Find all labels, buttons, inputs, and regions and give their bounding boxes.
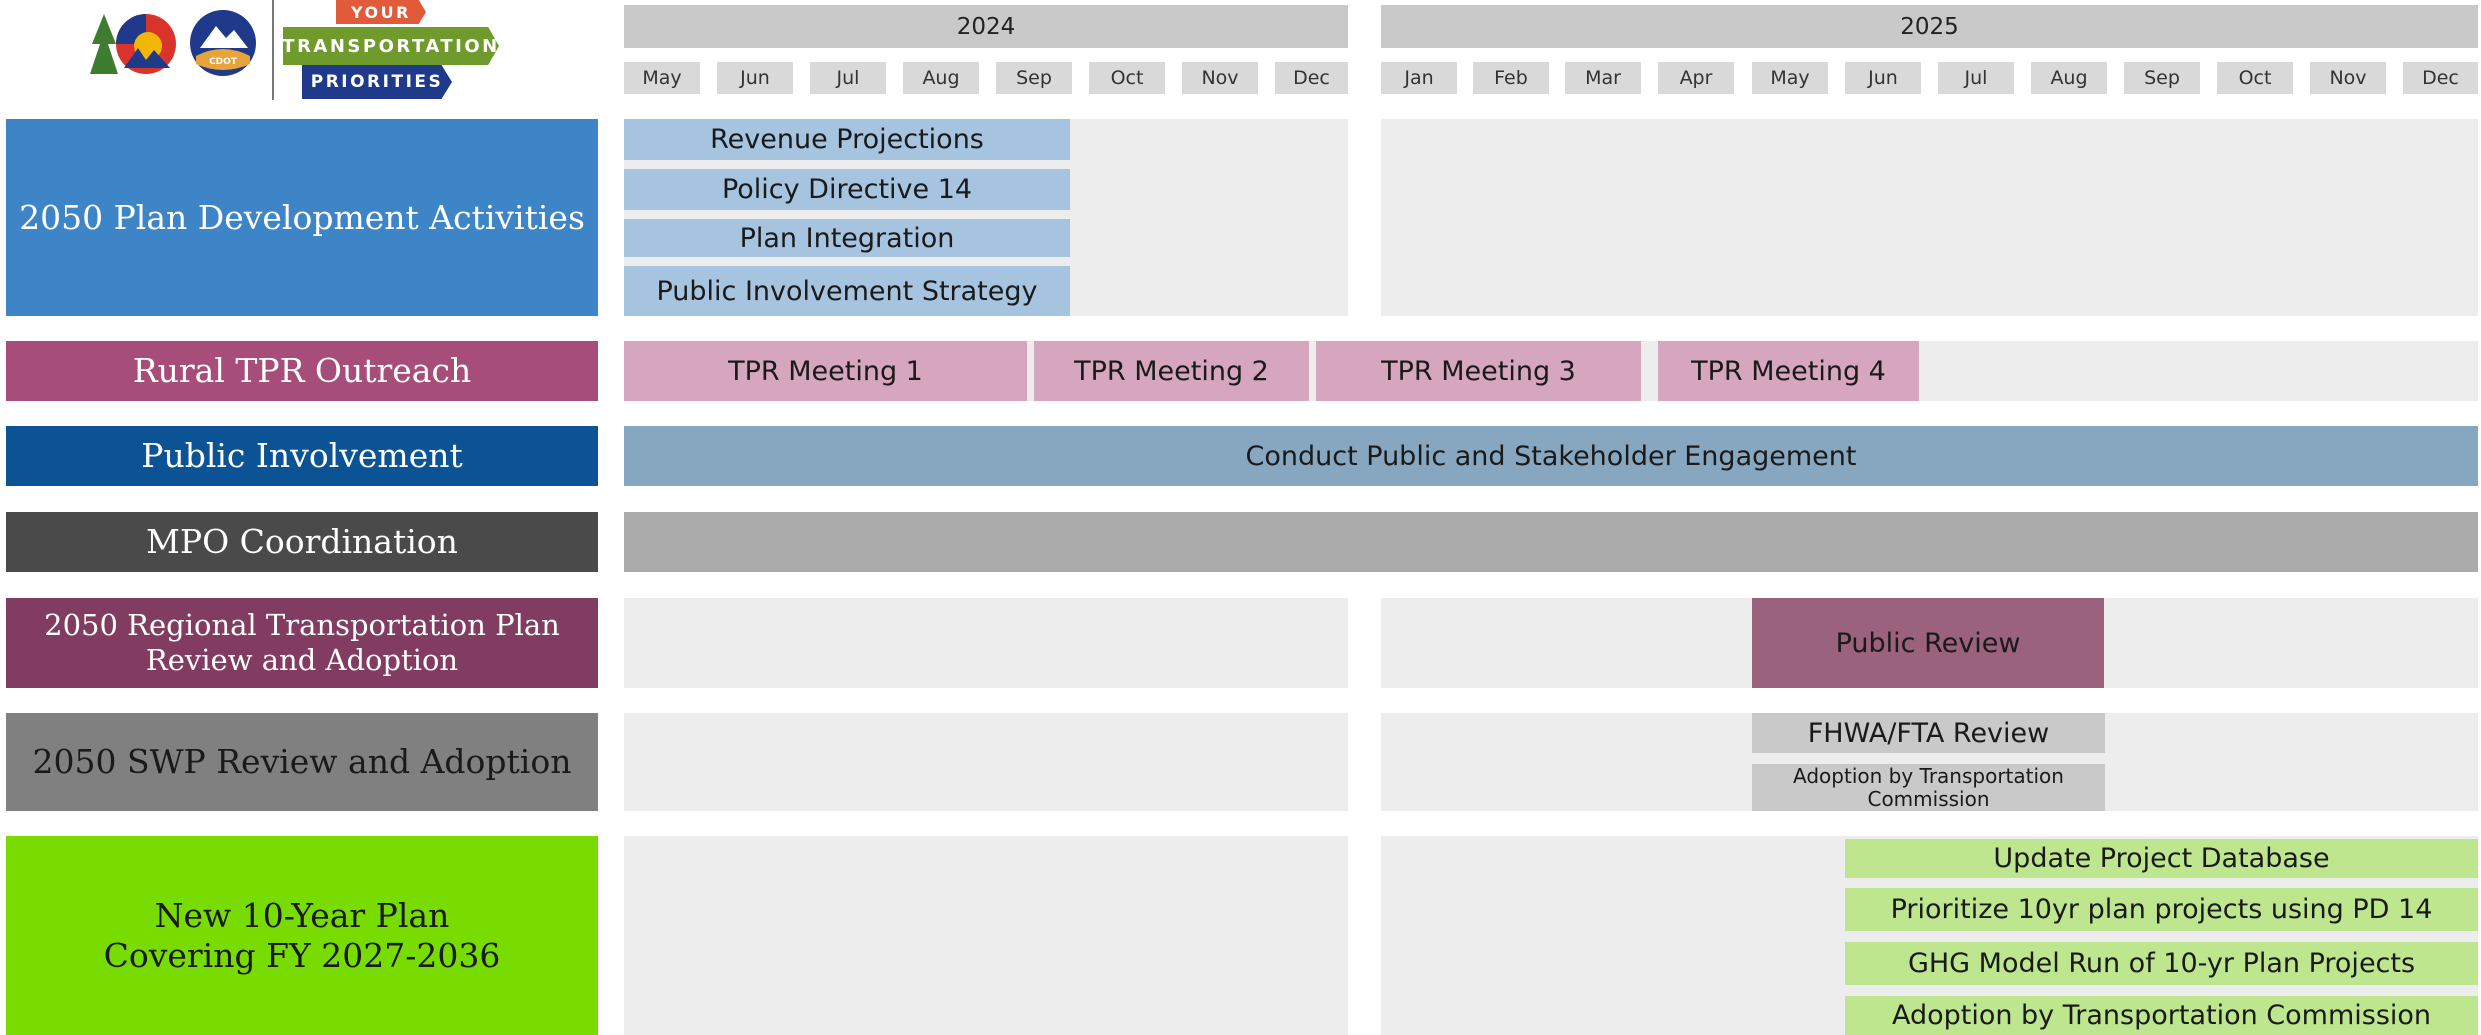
task-bar-label: Adoption by Transportation Commission bbox=[1891, 1000, 2432, 1031]
timeline-panel-2024 bbox=[624, 713, 1348, 811]
timeline-panel-2024 bbox=[624, 836, 1348, 1035]
logo-divider bbox=[272, 0, 274, 100]
task-bar-public-review: Public Review bbox=[1752, 598, 2104, 688]
row-label-line: 2050 Regional Transportation Plan bbox=[44, 608, 560, 643]
month-2025-jan: Jan bbox=[1381, 62, 1457, 94]
task-bar-label: Public Involvement Strategy bbox=[656, 275, 1038, 307]
task-bar-revenue-projections: Revenue Projections bbox=[624, 119, 1070, 160]
month-2024-dec: Dec bbox=[1275, 62, 1348, 94]
task-bar-fhwa-fta-review: FHWA/FTA Review bbox=[1752, 713, 2105, 753]
row-label-line: 2050 SWP Review and Adoption bbox=[32, 742, 572, 782]
task-bar-public-involvement-strategy: Public Involvement Strategy bbox=[624, 266, 1070, 316]
task-bar-label: TPR Meeting 2 bbox=[1074, 355, 1269, 387]
row-label-line: MPO Coordination bbox=[146, 522, 458, 562]
task-bar-label: Adoption by Transportation bbox=[1793, 763, 2064, 788]
timeline-panel-2025 bbox=[1381, 119, 2478, 316]
task-bar-label: Update Project Database bbox=[1993, 843, 2330, 874]
month-2024-sep: Sep bbox=[996, 62, 1072, 94]
month-2025-may: May bbox=[1752, 62, 1828, 94]
row-label-line: Rural TPR Outreach bbox=[132, 351, 472, 391]
month-2024-nov: Nov bbox=[1182, 62, 1258, 94]
task-bar-label: Commission bbox=[1867, 786, 1990, 811]
row-label-plan-development: 2050 Plan Development Activities bbox=[6, 119, 598, 316]
task-bar-label: TPR Meeting 3 bbox=[1381, 355, 1576, 387]
month-2025-jun: Jun bbox=[1845, 62, 1921, 94]
cdot-logo: CDOT YOUR TRANSPORTATION PRIORITIES bbox=[90, 0, 520, 104]
task-bar-tpr-meeting-3: TPR Meeting 3 bbox=[1316, 341, 1641, 401]
month-2025-dec: Dec bbox=[2403, 62, 2478, 94]
task-bar-10yr-adoption-commission: Adoption by Transportation Commission bbox=[1845, 996, 2478, 1035]
month-2024-jul: Jul bbox=[810, 62, 886, 94]
month-2025-apr: Apr bbox=[1658, 62, 1734, 94]
task-bar-label: TPR Meeting 4 bbox=[1691, 355, 1886, 387]
task-bar-label: GHG Model Run of 10-yr Plan Projects bbox=[1907, 948, 2416, 979]
row-label-swp-review-adoption: 2050 SWP Review and Adoption bbox=[6, 713, 598, 811]
month-2025-feb: Feb bbox=[1473, 62, 1549, 94]
cdot-badge-label: CDOT bbox=[209, 57, 237, 67]
row-label-rtp-review-adoption: 2050 Regional Transportation Plan Review… bbox=[6, 598, 598, 688]
task-bar-tpr-meeting-4: TPR Meeting 4 bbox=[1658, 341, 1919, 401]
month-2025-aug: Aug bbox=[2031, 62, 2107, 94]
month-2025-oct: Oct bbox=[2217, 62, 2293, 94]
logo-transportation: TRANSPORTATION bbox=[283, 27, 499, 65]
task-bar-label: TPR Meeting 1 bbox=[728, 355, 923, 387]
month-2025-nov: Nov bbox=[2310, 62, 2386, 94]
task-bar-label: Prioritize 10yr plan projects using PD 1… bbox=[1890, 894, 2433, 925]
month-2024-oct: Oct bbox=[1089, 62, 1165, 94]
task-bar-swp-adoption-commission: Adoption by Transportation Commission bbox=[1752, 764, 2105, 811]
row-label-new-10-year-plan: New 10-Year Plan Covering FY 2027-2036 bbox=[6, 836, 598, 1035]
month-2024-jun: Jun bbox=[717, 62, 793, 94]
row-label-public-involvement: Public Involvement bbox=[6, 426, 598, 486]
row-label-line: New 10-Year Plan bbox=[154, 895, 450, 935]
task-bar-update-project-database: Update Project Database bbox=[1845, 839, 2478, 878]
task-bar-label: FHWA/FTA Review bbox=[1807, 717, 2050, 749]
month-2025-mar: Mar bbox=[1565, 62, 1641, 94]
task-bar-label: Plan Integration bbox=[739, 222, 955, 254]
logo-priorities: PRIORITIES bbox=[302, 65, 452, 99]
task-bar-label: Revenue Projections bbox=[710, 124, 984, 155]
row-label-rural-tpr-outreach: Rural TPR Outreach bbox=[6, 341, 598, 401]
month-2024-aug: Aug bbox=[903, 62, 979, 94]
task-bar-label: Conduct Public and Stakeholder Engagemen… bbox=[1245, 440, 1857, 472]
task-bar-plan-integration: Plan Integration bbox=[624, 219, 1070, 257]
row-label-line: Review and Adoption bbox=[145, 643, 459, 677]
month-2024-may: May bbox=[624, 62, 700, 94]
row-label-line: 2050 Plan Development Activities bbox=[19, 197, 585, 237]
task-bar-policy-directive-14: Policy Directive 14 bbox=[624, 169, 1070, 210]
month-2025-sep: Sep bbox=[2124, 62, 2200, 94]
task-bar-label: Public Review bbox=[1835, 627, 2021, 659]
year-header-2025: 2025 bbox=[1381, 5, 2478, 48]
task-bar-ghg-model-run: GHG Model Run of 10-yr Plan Projects bbox=[1845, 942, 2478, 985]
colorado-emblem-icon bbox=[90, 14, 176, 74]
task-bar-mpo-coordination bbox=[624, 512, 2478, 572]
row-label-line: Covering FY 2027-2036 bbox=[103, 935, 501, 975]
task-bar-tpr-meeting-2: TPR Meeting 2 bbox=[1034, 341, 1309, 401]
row-label-mpo-coordination: MPO Coordination bbox=[6, 512, 598, 572]
task-bar-label: Policy Directive 14 bbox=[721, 174, 973, 205]
year-header-2024: 2024 bbox=[624, 5, 1348, 48]
month-2025-jul: Jul bbox=[1938, 62, 2014, 94]
logo-your: YOUR bbox=[336, 0, 426, 24]
timeline-panel-2024 bbox=[624, 598, 1348, 688]
task-bar-tpr-meeting-1: TPR Meeting 1 bbox=[624, 341, 1027, 401]
task-bar-prioritize-10yr-projects: Prioritize 10yr plan projects using PD 1… bbox=[1845, 888, 2478, 931]
task-bar-public-stakeholder-engagement: Conduct Public and Stakeholder Engagemen… bbox=[624, 426, 2478, 486]
row-label-line: Public Involvement bbox=[141, 436, 463, 476]
